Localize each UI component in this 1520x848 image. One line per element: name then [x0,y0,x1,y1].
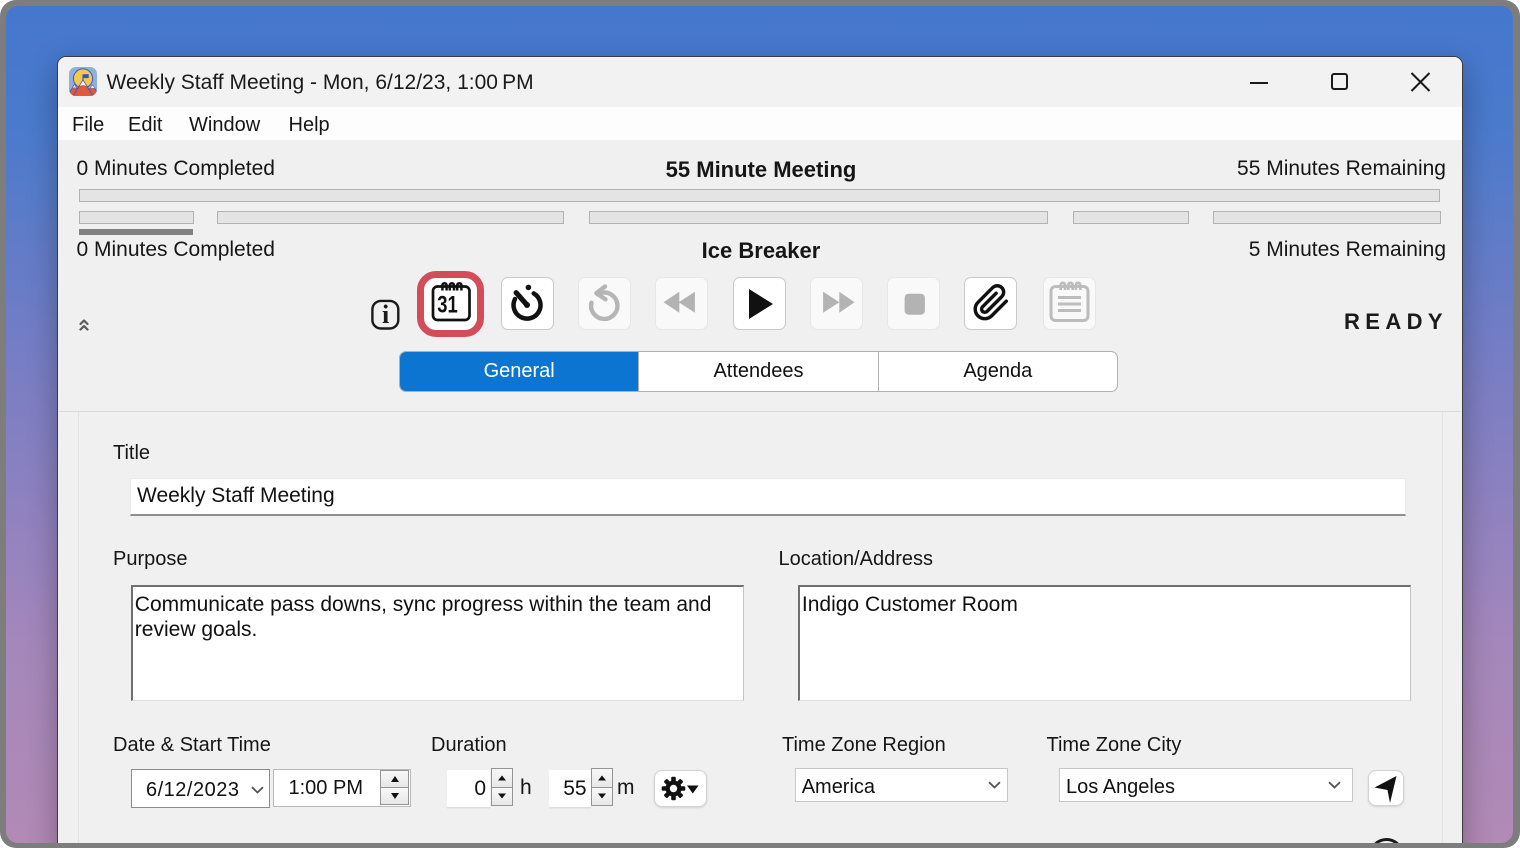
svg-text:31: 31 [437,292,458,319]
svg-text:i: i [382,300,389,329]
